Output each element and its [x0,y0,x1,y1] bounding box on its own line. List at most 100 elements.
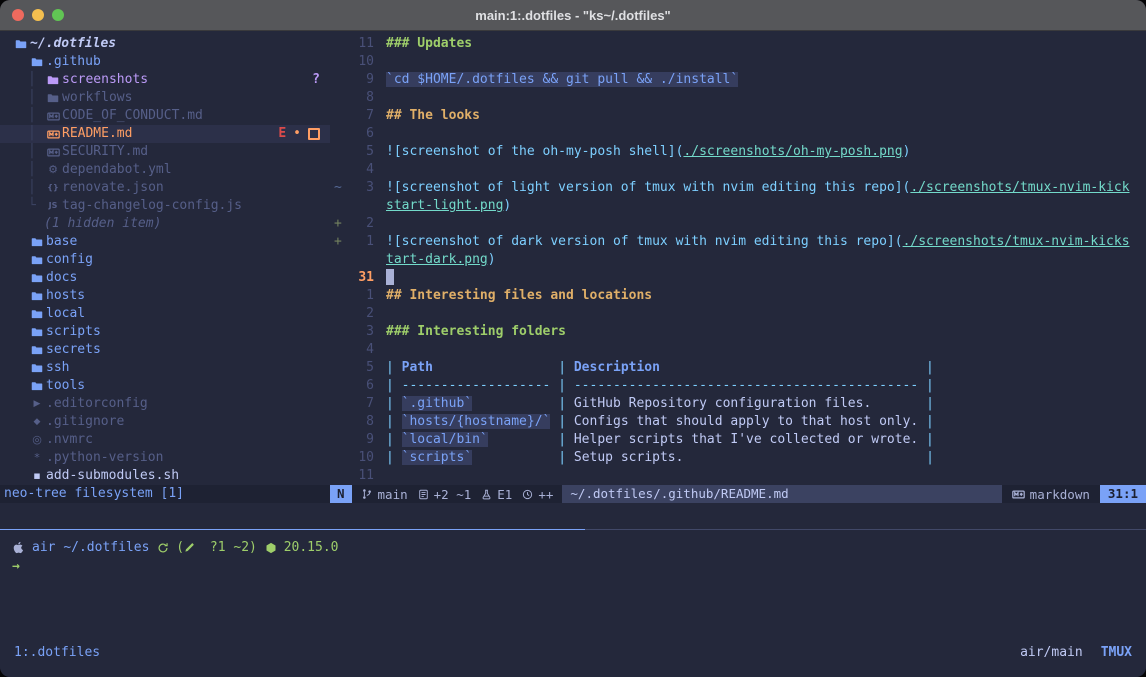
editor-buffer: 11### Updates109`cd $HOME/.dotfiles && g… [330,31,1146,485]
folder-icon [28,290,46,302]
tree-item-readme-md[interactable]: │README.mdE• [0,125,330,143]
editor-line[interactable]: 5![screenshot of the oh-my-posh shell](.… [330,143,1146,161]
tree-item-docs[interactable]: docs [0,269,330,287]
tree-item-editorconfig[interactable]: ▶.editorconfig [0,395,330,413]
braces-icon: {} [44,179,62,197]
terminal-window: main:1:.dotfiles - "ks~/.dotfiles" ~/.do… [0,0,1146,677]
prompt-segment: ~/.dotfiles [63,538,157,557]
tree-item-secrets[interactable]: secrets [0,341,330,359]
tree-item-label: .gitignore [46,413,124,431]
tree-item-scripts[interactable]: scripts [0,323,330,341]
modified-square-badge [308,128,320,140]
git-status-badge: ? [312,71,320,89]
node-icon [265,542,277,554]
tree-item-label: scripts [46,323,101,341]
tree-item-gitignore[interactable]: ◆.gitignore [0,413,330,431]
tree-item-local[interactable]: local [0,305,330,323]
tree-item-python-version[interactable]: *.python-version [0,449,330,467]
tree-item-dotfiles[interactable]: ~/.dotfiles [0,35,330,53]
editor-line[interactable]: 10 [330,53,1146,71]
line-number: 8 [348,89,374,107]
tree-item-1-hidden-item[interactable]: (1 hidden item) [0,215,330,233]
tree-item-label: ssh [46,359,69,377]
gutter-sign [330,467,348,485]
prompt-segment: 20.15.0 [284,538,339,557]
tmux-window-tab[interactable]: 1:.dotfiles [14,642,100,664]
tree-item-label: .github [46,53,101,71]
editor-line[interactable]: 5| Path | Description | [330,359,1146,377]
line-number: 9 [348,431,374,449]
gutter-sign [330,395,348,413]
prompt-segment: air [32,538,63,557]
tree-item-github[interactable]: .github [0,53,330,71]
editor-line[interactable]: tart-dark.png) [330,251,1146,269]
editor-line[interactable]: 9`cd $HOME/.dotfiles && git pull && ./in… [330,71,1146,89]
branch-icon [361,488,374,500]
folder-icon [12,38,30,50]
tree-item-workflows[interactable]: │workflows [0,89,330,107]
window-title: main:1:.dotfiles - "ks~/.dotfiles" [0,8,1146,23]
tree-item-tag-changelog-config-js[interactable]: └JStag-changelog-config.js [0,197,330,215]
tree-item-hosts[interactable]: hosts [0,287,330,305]
apple-icon [12,541,25,554]
tree-item-ssh[interactable]: ssh [0,359,330,377]
tree-item-tools[interactable]: tools [0,377,330,395]
tree-item-base[interactable]: base [0,233,330,251]
editor-line[interactable]: ~3![screenshot of light version of tmux … [330,179,1146,197]
editor-line[interactable]: 11 [330,467,1146,485]
indent-guide: └ [28,197,44,215]
tree-item-code-of-conduct-md[interactable]: │CODE_OF_CONDUCT.md [0,107,330,125]
line-text: start-light.png) [374,197,1146,215]
js-icon: JS [44,197,62,215]
folder-icon [28,326,46,338]
editor-line[interactable]: 7## The looks [330,107,1146,125]
tree-item-screenshots[interactable]: │screenshots? [0,71,330,89]
tree-item-renovate-json[interactable]: │{}renovate.json [0,179,330,197]
editor-line[interactable]: 10| `scripts` | Setup scripts. | [330,449,1146,467]
tree-item-dependabot-yml[interactable]: │⚙dependabot.yml [0,161,330,179]
gutter-sign [330,71,348,89]
neotree-sidebar: ~/.dotfiles.github│screenshots?│workflow… [0,31,330,503]
pencil-icon [184,542,195,553]
editor-line[interactable]: 11### Updates [330,35,1146,53]
editor-line[interactable]: 2 [330,305,1146,323]
tree-item-label: screenshots [62,71,148,89]
line-number: 11 [348,35,374,53]
tree-item-label: hosts [46,287,85,305]
editor-line[interactable]: 31 [330,269,1146,287]
tree-item-label: dependabot.yml [62,161,172,179]
editor-line[interactable]: +1![screenshot of dark version of tmux w… [330,233,1146,251]
folder-icon [28,362,46,374]
editor-line[interactable]: 4 [330,341,1146,359]
pending-updates: ++ [521,487,553,502]
editor-line[interactable]: start-light.png) [330,197,1146,215]
statusline: N main +2 ~1 E1 ++ ~/.dotfiles/.github/R… [330,485,1146,503]
editor-line[interactable]: +2 [330,215,1146,233]
editor-line[interactable]: 8| `hosts/{hostname}/` | Configs that sh… [330,413,1146,431]
editor-line[interactable]: 1## Interesting files and locations [330,287,1146,305]
git-status-badge: E [278,125,286,143]
tree-item-label: docs [46,269,77,287]
editor-line[interactable]: 8 [330,89,1146,107]
editor-line[interactable]: 6| ------------------- | ---------------… [330,377,1146,395]
line-number: 4 [348,161,374,179]
line-number: 5 [348,359,374,377]
gutter-sign [330,161,348,179]
tree-item-security-md[interactable]: │SECURITY.md [0,143,330,161]
tree-item-config[interactable]: config [0,251,330,269]
editor-line[interactable]: 3### Interesting folders [330,323,1146,341]
tree-item-add-submodules-sh[interactable]: ▪add-submodules.sh [0,467,330,485]
tree-item-nvmrc[interactable]: ◎.nvmrc [0,431,330,449]
editor-line[interactable]: 4 [330,161,1146,179]
editor-line[interactable]: 6 [330,125,1146,143]
line-number: 4 [348,341,374,359]
gutter-sign [330,125,348,143]
line-text: | `scripts` | Setup scripts. | [374,449,1146,467]
shell-prompt: air ~/.dotfiles ( ?1 ~2) 20.15.0 [12,538,1138,557]
editor-line[interactable]: 7| `.github` | GitHub Repository configu… [330,395,1146,413]
mode-indicator: N [330,485,352,503]
gutter-sign: ~ [330,179,348,197]
tree-item-label: config [46,251,93,269]
gutter-sign [330,89,348,107]
editor-line[interactable]: 9| `local/bin` | Helper scripts that I'v… [330,431,1146,449]
